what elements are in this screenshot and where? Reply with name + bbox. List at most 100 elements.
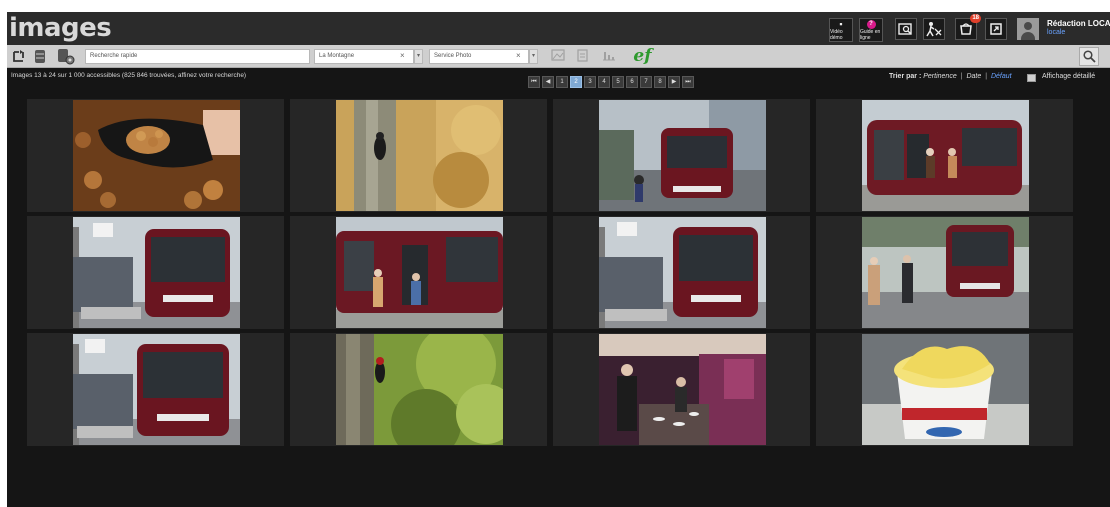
page-button-7[interactable]: 7	[640, 76, 652, 88]
prev-page-button[interactable]: ◀	[542, 76, 554, 88]
page-button-5[interactable]: 5	[612, 76, 624, 88]
stats-filter-icon[interactable]	[600, 49, 617, 64]
basket-button[interactable]: 18	[955, 14, 981, 40]
image-card[interactable]	[816, 216, 1073, 329]
image-thumbnail[interactable]	[73, 334, 240, 445]
image-thumbnail[interactable]	[599, 217, 766, 328]
bus-approaching-photo	[862, 217, 1029, 328]
page-button-3[interactable]: 3	[584, 76, 596, 88]
last-page-button[interactable]: ⏭	[682, 76, 694, 88]
online-guide-button[interactable]: ? Guide en ligne	[859, 18, 883, 42]
swap-icon	[12, 50, 24, 62]
sort-option-date[interactable]: Date	[966, 73, 981, 80]
image-card[interactable]	[553, 99, 810, 212]
image-filter-icon[interactable]	[549, 49, 566, 64]
search-button[interactable]	[1079, 47, 1099, 66]
sort-option-pertinence[interactable]: Pertinence	[923, 73, 956, 80]
image-search-icon	[898, 23, 912, 35]
results-summary: Images 13 à 24 sur 1 000 accessibles (82…	[11, 72, 247, 79]
database-button[interactable]	[31, 48, 49, 65]
search-toolbar: Recherche rapide La Montagne × ▾ Service…	[7, 45, 1110, 68]
image-card[interactable]	[553, 216, 810, 329]
top-header: images ▪ Vidéo démo ? Guide en ligne 18 …	[7, 12, 1110, 45]
swap-view-button[interactable]	[9, 48, 27, 65]
video-icon: ▪	[839, 18, 843, 29]
service-dropdown[interactable]: ▾	[529, 49, 538, 64]
user-avatar[interactable]	[1017, 18, 1039, 40]
pagination: ⏮ ◀ 1 2 3 4 5 6 7 8 ▶ ⏭	[528, 76, 694, 88]
service-select[interactable]: Service Photo	[429, 49, 529, 64]
basket-icon	[960, 23, 972, 35]
bus-stop-sign-photo-2	[599, 217, 766, 328]
user-name[interactable]: Rédaction LOCALE	[1047, 19, 1110, 28]
hazelnuts-photo	[73, 100, 240, 211]
image-thumbnail[interactable]	[599, 100, 766, 211]
database-gear-icon	[58, 49, 75, 65]
person-walking-icon	[926, 22, 942, 37]
image-card[interactable]	[290, 99, 547, 212]
publication-clear-button[interactable]: ×	[400, 49, 405, 62]
sort-separator: |	[960, 73, 963, 80]
sort-controls: Trier par : Pertinence | Date | Défaut	[889, 73, 1012, 80]
publication-dropdown[interactable]: ▾	[414, 49, 423, 64]
image-thumbnail[interactable]	[862, 100, 1029, 211]
page-button-4[interactable]: 4	[598, 76, 610, 88]
sort-separator: |	[985, 73, 988, 80]
red-bus-boarding-photo	[862, 100, 1029, 211]
restaurant-photo	[599, 334, 766, 445]
image-thumbnail[interactable]	[336, 217, 503, 328]
sort-option-default[interactable]: Défaut	[991, 73, 1012, 80]
database-icon	[35, 50, 45, 63]
image-thumbnail[interactable]	[336, 334, 503, 445]
sort-label: Trier par :	[889, 73, 922, 80]
export-icon	[990, 23, 1002, 35]
help-icon: ?	[866, 19, 876, 29]
image-thumbnail[interactable]	[599, 334, 766, 445]
database-settings-button[interactable]	[55, 48, 77, 65]
app-window: images ▪ Vidéo démo ? Guide en ligne 18 …	[7, 12, 1110, 507]
bus-side-passengers-photo	[336, 217, 503, 328]
app-logo[interactable]: images	[9, 12, 112, 45]
bus-stop-sign-photo	[73, 217, 240, 328]
page-button-2[interactable]: 2	[570, 76, 582, 88]
page-button-8[interactable]: 8	[654, 76, 666, 88]
image-card[interactable]	[290, 216, 547, 329]
page-button-1[interactable]: 1	[556, 76, 568, 88]
ef-logo-button[interactable]: ef	[629, 46, 656, 67]
woodpecker-forest-photo	[336, 334, 503, 445]
bus-stop-sign-photo-3	[73, 334, 240, 445]
first-page-button[interactable]: ⏮	[528, 76, 540, 88]
woodpecker-autumn-photo	[336, 100, 503, 211]
next-page-button[interactable]: ▶	[668, 76, 680, 88]
publication-select[interactable]: La Montagne	[314, 49, 414, 64]
image-card[interactable]	[27, 333, 284, 446]
image-card[interactable]	[816, 99, 1073, 212]
image-card[interactable]	[553, 333, 810, 446]
video-demo-button[interactable]: ▪ Vidéo démo	[829, 18, 853, 42]
image-card[interactable]	[290, 333, 547, 446]
service-clear-button[interactable]: ×	[516, 49, 521, 62]
image-card[interactable]	[816, 333, 1073, 446]
image-thumbnail[interactable]	[73, 100, 240, 211]
quick-search-input[interactable]: Recherche rapide	[85, 49, 310, 64]
image-thumbnail[interactable]	[73, 217, 240, 328]
export-button[interactable]	[985, 18, 1007, 40]
image-thumbnail[interactable]	[336, 100, 503, 211]
magnifier-icon	[1082, 50, 1096, 63]
detailed-view-label[interactable]: Affichage détaillé	[1042, 73, 1095, 80]
image-thumbnail[interactable]	[862, 334, 1029, 445]
page-button-6[interactable]: 6	[626, 76, 638, 88]
person-tool-button[interactable]	[923, 18, 945, 40]
document-filter-icon[interactable]	[574, 49, 591, 64]
image-card[interactable]	[27, 216, 284, 329]
red-bus-station-photo	[599, 100, 766, 211]
online-guide-label: Guide en ligne	[860, 28, 881, 41]
image-thumbnail[interactable]	[862, 217, 1029, 328]
notification-badge: 18	[970, 14, 981, 23]
detailed-view-checkbox[interactable]	[1027, 74, 1036, 82]
butter-tub-photo	[862, 334, 1029, 445]
user-role-link[interactable]: locale	[1047, 29, 1065, 36]
image-card[interactable]	[27, 99, 284, 212]
video-demo-label: Vidéo démo	[830, 28, 843, 41]
image-search-button[interactable]	[895, 18, 917, 40]
